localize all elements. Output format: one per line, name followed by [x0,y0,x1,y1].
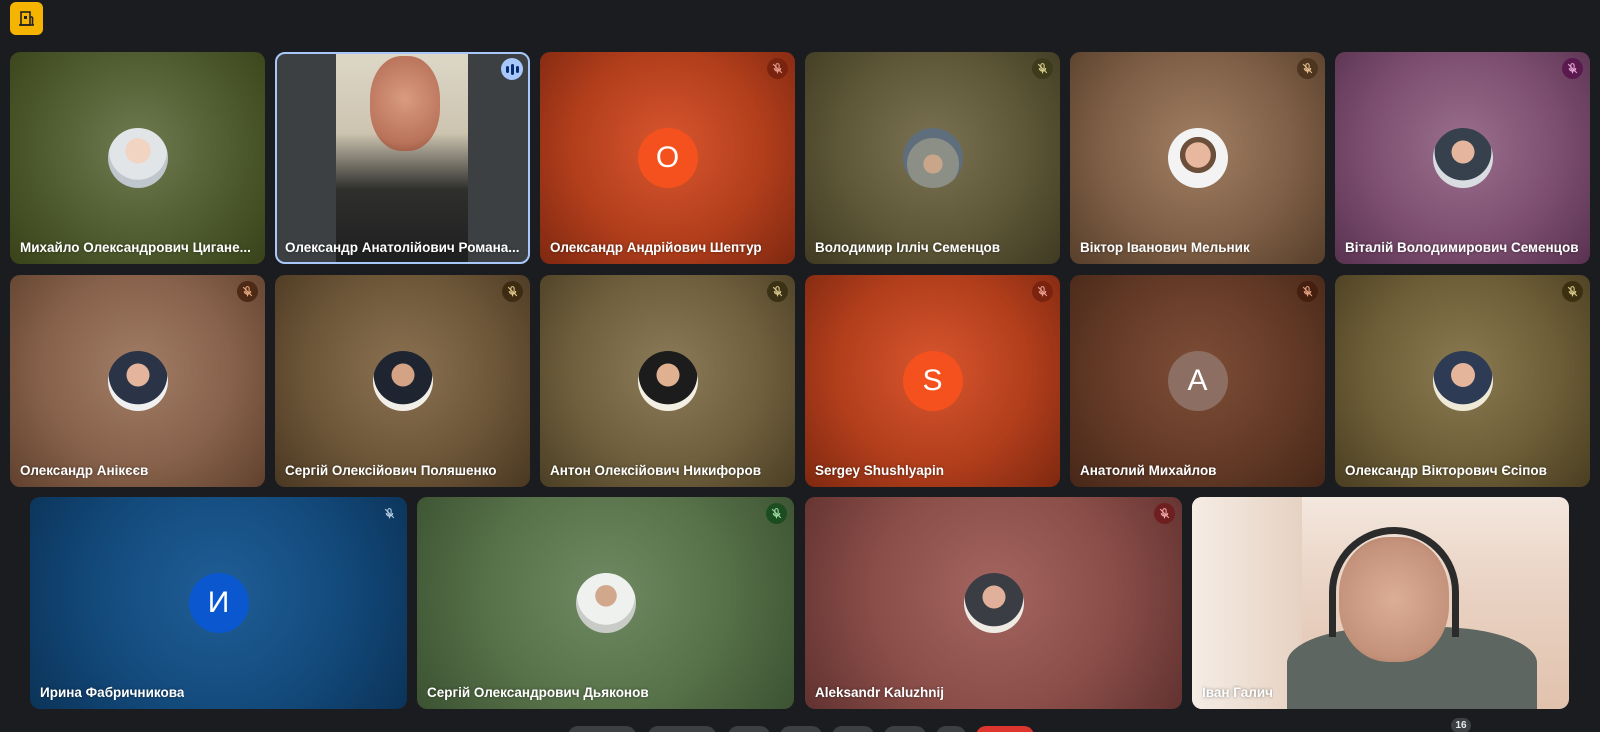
participant-tile[interactable]: И Ирина Фабричникова [30,497,407,709]
control-button[interactable] [936,726,966,732]
participant-tile[interactable]: Олександр Анікєєв [10,275,265,487]
participant-name: Aleksandr Kaluzhnij [815,685,945,700]
headset-icon [1329,527,1459,637]
control-button[interactable] [832,726,874,732]
participant-name: Іван Галич [1202,685,1273,700]
participant-tile[interactable]: S Sergey Shushlyapin [805,275,1060,487]
avatar [372,351,433,411]
participant-tile[interactable]: Віталій Володимирович Семенцов [1335,52,1590,264]
mic-off-icon [1562,58,1583,79]
window-frame [1192,497,1302,709]
avatar-letter: О [637,128,698,188]
mic-off-icon [1297,58,1318,79]
participant-tile[interactable]: Михайло Олександрович Цигане... [10,52,265,264]
participant-name: Олександр Анікєєв [20,463,149,478]
mic-off-icon [767,58,788,79]
avatar [575,573,636,633]
mic-off-icon [1032,58,1053,79]
participant-tile[interactable]: Сергій Олексійович Поляшенко [275,275,530,487]
control-button[interactable] [568,726,636,732]
participant-tile[interactable]: О Олександр Андрійович Шептур [540,52,795,264]
avatar [107,128,168,188]
avatar [107,351,168,411]
speaking-indicator-icon [501,58,523,80]
participant-name: Антон Олексійович Никифоров [550,463,762,478]
participant-tile[interactable]: Володимир Ілліч Семенцов [805,52,1060,264]
building-icon[interactable] [10,2,43,35]
participant-name: Михайло Олександрович Цигане... [20,240,251,255]
mic-off-icon [767,281,788,302]
participant-tile[interactable]: Олександр Вікторович Єсіпов [1335,275,1590,487]
participant-name: Олександр Анатолійович Романа... [285,240,520,255]
avatar-letter: A [1167,351,1228,411]
control-button[interactable] [780,726,822,732]
mic-off-icon [1297,281,1318,302]
mic-off-icon [237,281,258,302]
control-button[interactable] [884,726,926,732]
control-button[interactable] [648,726,716,732]
avatar [1432,128,1493,188]
avatar [963,573,1024,633]
participant-name: Анатолий Михайлов [1080,463,1217,478]
mic-off-icon [1032,281,1053,302]
participant-name: Олександр Вікторович Єсіпов [1345,463,1547,478]
avatar [1432,351,1493,411]
participant-tile[interactable]: Антон Олексійович Никифоров [540,275,795,487]
participant-tile[interactable]: A Анатолий Михайлов [1070,275,1325,487]
avatar-letter: И [188,573,249,633]
avatar-letter: S [902,351,963,411]
mic-off-icon [1562,281,1583,302]
mic-off-icon [502,281,523,302]
participant-tile[interactable]: Aleksandr Kaluzhnij [805,497,1182,709]
control-button[interactable] [728,726,770,732]
leave-call-button[interactable] [976,726,1034,732]
avatar [902,128,963,188]
avatar [637,351,698,411]
avatar [1167,128,1228,188]
participant-name: Ирина Фабричникова [40,685,185,700]
participant-tile-active-speaker[interactable]: Олександр Анатолійович Романа... [275,52,530,264]
participant-count-badge[interactable]: 16 [1451,718,1471,732]
mic-off-icon [379,503,400,524]
participant-name: Сергій Олексійович Поляшенко [285,463,497,478]
mic-off-icon [766,503,787,524]
participant-name: Sergey Shushlyapin [815,463,945,478]
control-bar [0,718,1600,732]
participant-tile[interactable]: Сергій Олександрович Дьяконов [417,497,794,709]
participant-name: Віталій Володимирович Семенцов [1345,240,1579,255]
participant-name: Сергій Олександрович Дьяконов [427,685,649,700]
building-icon-glyph [19,11,34,26]
participant-tile-video[interactable]: Іван Галич [1192,497,1569,709]
participant-name: Олександр Андрійович Шептур [550,240,762,255]
mic-off-icon [1154,503,1175,524]
participant-name: Віктор Іванович Мельник [1080,240,1250,255]
participant-tile[interactable]: Віктор Іванович Мельник [1070,52,1325,264]
participant-name: Володимир Ілліч Семенцов [815,240,1001,255]
participant-face [370,56,440,151]
